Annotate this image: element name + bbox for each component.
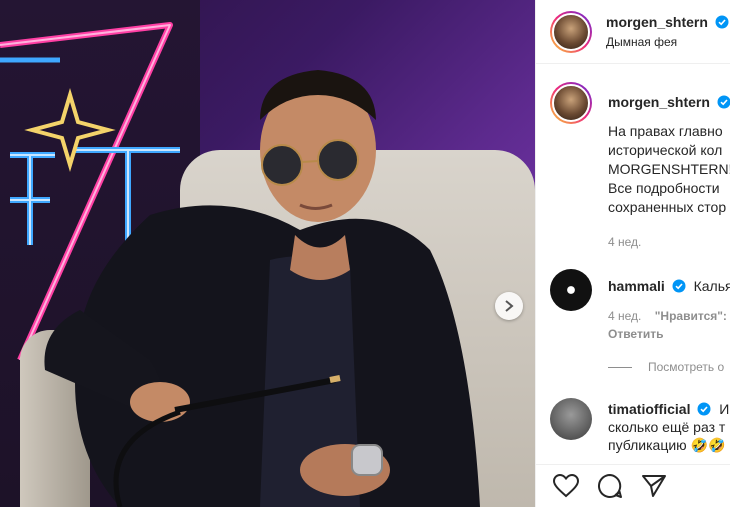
post-side-panel: morgen_shtern Дымная фея morgen_shtern Н… bbox=[535, 0, 730, 507]
commenter-avatar[interactable] bbox=[550, 269, 592, 311]
commenter-avatar[interactable] bbox=[550, 398, 592, 440]
caption-line: Все подробности bbox=[608, 180, 720, 196]
comment-likes[interactable]: "Нравится": bbox=[655, 309, 727, 323]
caption-avatar[interactable] bbox=[550, 82, 592, 124]
comment-text-line: сколько ещё раз т bbox=[608, 419, 726, 435]
caption-text: На правах главно исторической кол MORGEN… bbox=[608, 122, 730, 217]
comment-text: Ин bbox=[719, 401, 730, 417]
share-button[interactable] bbox=[640, 472, 668, 500]
caption-line: сохраненных стор bbox=[608, 199, 727, 215]
post-location[interactable]: Дымная фея bbox=[606, 35, 729, 49]
comment-text: Кальян bbox=[693, 278, 730, 294]
author-username[interactable]: morgen_shtern bbox=[606, 14, 708, 30]
divider-line bbox=[608, 366, 632, 368]
verified-badge-icon bbox=[672, 279, 686, 293]
caption-username[interactable]: morgen_shtern bbox=[608, 94, 710, 110]
next-photo-button[interactable] bbox=[495, 292, 523, 320]
comments-section: morgen_shtern На правах главно историчес… bbox=[536, 64, 730, 464]
caption-line: MORGENSHTERN! bbox=[608, 161, 730, 177]
comment-bubble-icon bbox=[598, 473, 622, 498]
caption-line: На правах главно bbox=[608, 123, 723, 139]
comment-time[interactable]: 4 нед. bbox=[608, 309, 641, 323]
paper-plane-icon bbox=[642, 475, 666, 497]
comment-row: hammali Кальян 4 нед. "Нравится": Ответи… bbox=[550, 269, 730, 341]
caption-time[interactable]: 4 нед. bbox=[608, 235, 730, 249]
author-avatar[interactable] bbox=[550, 10, 592, 53]
caption-line: исторической кол bbox=[608, 142, 723, 158]
heart-icon bbox=[553, 474, 579, 498]
verified-badge-icon bbox=[715, 15, 729, 29]
like-button[interactable] bbox=[552, 472, 580, 500]
comment-button[interactable] bbox=[596, 472, 624, 500]
verified-badge-icon bbox=[717, 95, 730, 109]
commenter-username[interactable]: hammali bbox=[608, 278, 665, 294]
reply-button[interactable]: Ответить bbox=[608, 327, 730, 341]
post-actions-bar bbox=[536, 464, 730, 507]
view-replies-button[interactable]: Посмотреть о bbox=[608, 360, 724, 374]
comment-row: timatiofficial Ин сколько ещё раз т публ… bbox=[550, 398, 730, 454]
verified-badge-icon bbox=[697, 402, 711, 416]
post-photo[interactable] bbox=[0, 0, 535, 507]
caption-row: morgen_shtern На правах главно историчес… bbox=[550, 82, 730, 249]
post-header: morgen_shtern Дымная фея bbox=[536, 0, 730, 64]
person-figure bbox=[44, 70, 480, 507]
comment-text-line: публикацию 🤣🤣 bbox=[608, 437, 726, 453]
view-replies-label: Посмотреть о bbox=[648, 360, 725, 374]
commenter-username[interactable]: timatiofficial bbox=[608, 401, 690, 417]
chevron-right-icon bbox=[505, 300, 514, 312]
